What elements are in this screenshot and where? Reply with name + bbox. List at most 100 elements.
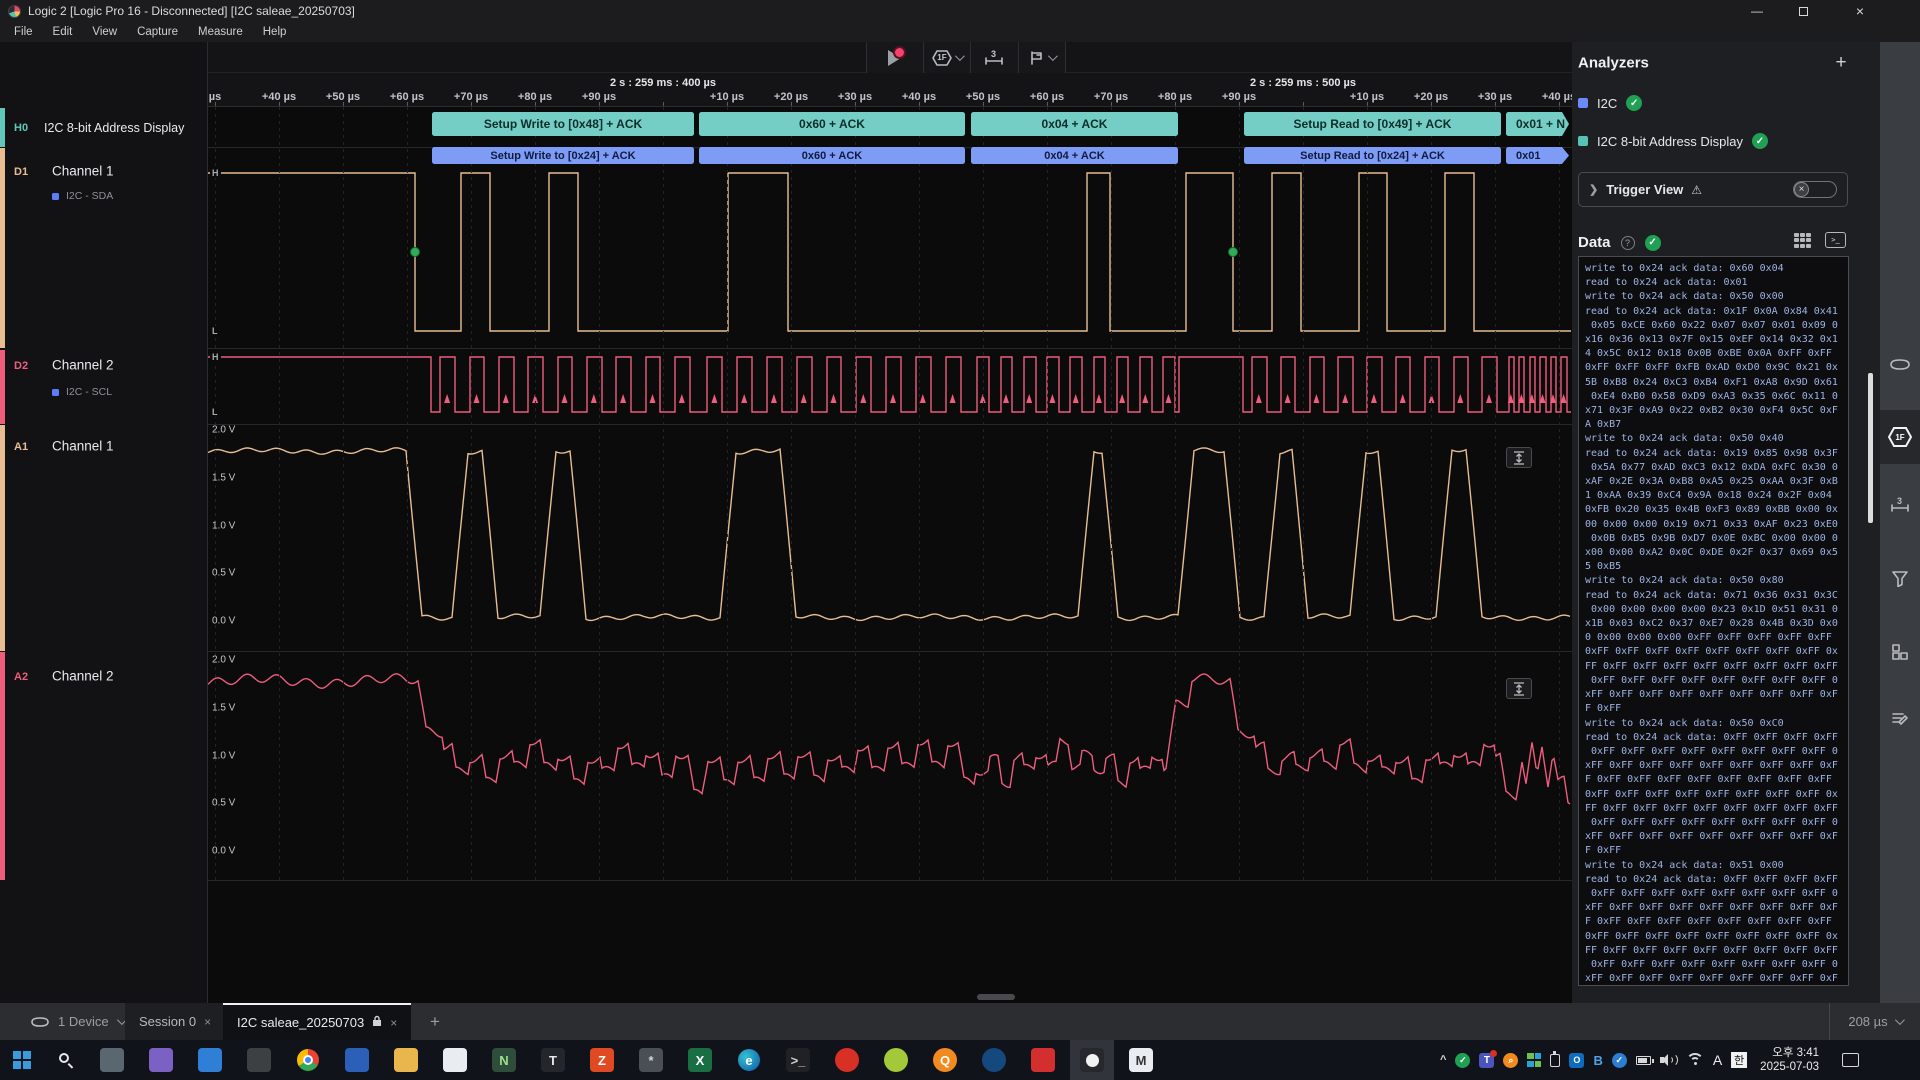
taskbar-app-12[interactable]: * (629, 1040, 673, 1080)
search-tool-tray-icon[interactable]: ⌕ (1503, 1053, 1518, 1068)
i2c-frame-bubble-8bit[interactable]: Setup Write to [0x48] + ACK (432, 112, 694, 136)
antivirus-tray-icon[interactable]: ✓ (1455, 1053, 1470, 1068)
channel-name[interactable]: Channel 1 (52, 439, 114, 454)
analyzer-row-2[interactable]: I2C 8-bit Address Display✓ (1578, 133, 1768, 149)
analyzer-row-1[interactable]: I2C✓ (1578, 95, 1642, 111)
rail-notes-icon[interactable] (1880, 692, 1920, 746)
channel-analyzer-tag[interactable]: I2C - SCL (52, 386, 112, 398)
session-tab-1[interactable]: Session 0× (125, 1003, 225, 1040)
tab-close-icon[interactable]: × (204, 1015, 211, 1029)
action-center-icon[interactable] (1842, 1053, 1859, 1067)
analyzer-frames-dropdown[interactable]: 1F (924, 42, 971, 73)
taskbar-app-16[interactable] (825, 1040, 869, 1080)
taskbar-app-14[interactable]: e (727, 1040, 771, 1080)
taskbar-app-5[interactable] (286, 1040, 330, 1080)
usb-tray-icon[interactable] (1550, 1054, 1560, 1067)
volume-icon[interactable] (1660, 1053, 1677, 1067)
outlook-tray-icon[interactable]: O (1569, 1053, 1584, 1068)
taskbar-app-19[interactable] (972, 1040, 1016, 1080)
time-range-selector[interactable]: 208 µs (1829, 1003, 1920, 1040)
korean-ime-indicator[interactable]: 한 (1731, 1052, 1747, 1068)
i2c-frame-bubble-8bit[interactable]: Setup Read to [0x49] + ACK (1244, 112, 1501, 136)
taskbar-app-11[interactable]: Z (580, 1040, 624, 1080)
bluetooth-tray-icon[interactable]: B (1593, 1053, 1602, 1068)
i2c-frame-bubble-8bit[interactable]: 0x04 + ACK (971, 112, 1178, 136)
menu-edit[interactable]: Edit (45, 24, 81, 40)
taskbar-app-4[interactable] (237, 1040, 281, 1080)
taskbar-app-7[interactable] (384, 1040, 428, 1080)
data-terminal-output[interactable]: write to 0x24 ack data: 0x60 0x04read to… (1578, 256, 1849, 986)
tab-close-icon[interactable]: × (390, 1016, 397, 1030)
i2c-start-marker[interactable] (1229, 248, 1238, 257)
table-view-icon[interactable] (1794, 233, 1811, 248)
rail-measurements-icon[interactable]: 3 (1880, 478, 1920, 532)
language-indicator[interactable]: A (1713, 1052, 1722, 1068)
security-shield-tray-icon[interactable]: ✓ (1612, 1053, 1627, 1068)
waveform-area[interactable]: Setup Write to [0x48] + ACK Setup Write t… (208, 107, 1572, 1003)
taskbar-app-22[interactable]: M (1119, 1040, 1163, 1080)
taskbar-app-3[interactable] (188, 1040, 232, 1080)
rail-extensions-icon[interactable] (1880, 625, 1920, 679)
rail-device-icon[interactable] (1880, 337, 1920, 391)
close-button[interactable]: × (1838, 0, 1882, 22)
rail-analyzer-frames-icon[interactable]: 1F (1880, 410, 1920, 464)
menu-file[interactable]: File (6, 24, 41, 40)
taskbar-app-8[interactable] (433, 1040, 477, 1080)
channel-name[interactable]: I2C 8-bit Address Display (44, 121, 184, 135)
data-scrollbar[interactable] (1868, 373, 1873, 523)
taskbar-app-1[interactable] (90, 1040, 134, 1080)
rail-filter-icon[interactable] (1880, 551, 1920, 605)
i2c-frame-bubble[interactable]: Setup Read to [0x24] + ACK (1244, 147, 1501, 164)
taskbar-app-2[interactable] (139, 1040, 183, 1080)
channel-name[interactable]: Channel 2 (52, 358, 114, 373)
i2c-frame-bubble[interactable]: 0x04 + ACK (971, 147, 1178, 164)
minimize-button[interactable]: — (1735, 0, 1779, 22)
i2c-frame-bubble[interactable]: 0x01 (1506, 147, 1569, 164)
i2c-start-marker[interactable] (411, 248, 420, 257)
i2c-frame-bubble[interactable]: 0x60 + ACK (699, 147, 965, 164)
autoscale-button[interactable] (1506, 678, 1532, 699)
wifi-icon[interactable] (1686, 1053, 1704, 1067)
hidden-icons-caret[interactable]: ^ (1440, 1054, 1446, 1066)
channel-analyzer-tag[interactable]: I2C - SDA (52, 190, 113, 202)
taskbar-app-18[interactable]: Q (923, 1040, 967, 1080)
maximize-button[interactable] (1781, 0, 1825, 22)
channel-name[interactable]: Channel 1 (52, 164, 114, 179)
add-analyzer-button[interactable]: + (1830, 52, 1852, 74)
menu-help[interactable]: Help (255, 24, 295, 40)
i2c-frame-bubble[interactable]: Setup Write to [0x24] + ACK (432, 147, 694, 164)
i2c-frame-bubble-8bit[interactable]: 0x60 + ACK (699, 112, 965, 136)
time-ruler[interactable]: µs+40 µs+50 µs+60 µs+70 µs+80 µs+90 µs+1… (208, 73, 1572, 107)
taskbar-search-button[interactable] (44, 1040, 88, 1080)
device-selector[interactable]: 1 Device (30, 1003, 124, 1040)
trigger-view-toggle[interactable]: × (1793, 181, 1837, 198)
menu-measure[interactable]: Measure (190, 24, 251, 40)
taskbar-clock[interactable]: 오후 3:41 2025-07-03 (1760, 1046, 1819, 1074)
taskbar-app-13[interactable]: X (678, 1040, 722, 1080)
start-capture-button[interactable] (867, 42, 924, 73)
taskbar-app-17[interactable] (874, 1040, 918, 1080)
horizontal-scrollbar[interactable] (977, 994, 1015, 1000)
app-window-tray-icon[interactable] (1527, 1053, 1541, 1067)
battery-icon[interactable] (1636, 1056, 1651, 1065)
measurement-tool-button[interactable]: 3 (971, 42, 1018, 73)
taskbar-app-9[interactable]: N (482, 1040, 526, 1080)
taskbar-app-10[interactable]: T (531, 1040, 575, 1080)
start-button[interactable] (0, 1040, 44, 1080)
taskbar-app-6[interactable] (335, 1040, 379, 1080)
new-tab-button[interactable]: + (420, 1003, 450, 1040)
help-icon[interactable]: ? (1621, 236, 1635, 250)
taskbar-app-21[interactable] (1070, 1040, 1114, 1080)
teams-tray-icon[interactable]: T (1479, 1053, 1494, 1068)
session-tab-2[interactable]: I2C saleae_20250703× (223, 1003, 411, 1040)
taskbar-app-20[interactable] (1021, 1040, 1065, 1080)
menu-capture[interactable]: Capture (129, 24, 186, 40)
i2c-frame-bubble-8bit[interactable]: 0x01 + N (1506, 112, 1569, 136)
channel-name[interactable]: Channel 2 (52, 669, 114, 684)
terminal-view-icon[interactable]: >_ (1825, 232, 1846, 248)
annotations-dropdown[interactable] (1019, 42, 1065, 73)
trigger-view-row[interactable]: ❯ Trigger View ⚠ × (1578, 172, 1848, 207)
menu-view[interactable]: View (84, 24, 125, 40)
autoscale-button[interactable] (1506, 447, 1532, 468)
taskbar-app-15[interactable]: >_ (776, 1040, 820, 1080)
